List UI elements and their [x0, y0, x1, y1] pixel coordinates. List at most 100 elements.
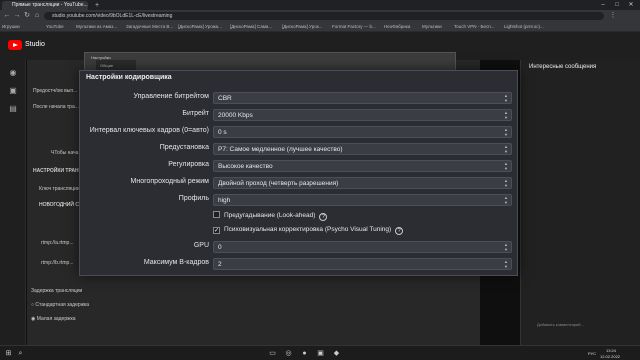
stream-text: Предостч/ом вып...	[33, 88, 78, 94]
keyframe-interval-value: 0 s	[218, 129, 227, 136]
language-indicator[interactable]: РУС	[588, 351, 596, 356]
bookmark-item[interactable]: НеоФабрика	[384, 22, 410, 32]
bookmark-item[interactable]: Мультики из Амаз...	[76, 22, 117, 32]
left-rail: ◉ ▣ ▤	[0, 60, 26, 345]
obs-settings-window: Настройки	[84, 52, 456, 72]
taskbar: ⊞ ⌕ ▭ ◎ ● ▣ ◆ РУС 13:24 12.02.2022	[0, 345, 640, 360]
chrome-icon[interactable]: ◎	[284, 349, 293, 358]
bookmark-item[interactable]: Touch VPN - Бесп...	[454, 22, 494, 32]
search-icon[interactable]: ⌕	[16, 349, 25, 358]
checkbox-checked-icon[interactable]: ✓	[213, 227, 220, 234]
url-field[interactable]: studio.youtube.com/video/9bOLdE1L-cE/liv…	[44, 12, 604, 20]
spin-arrows-icon[interactable]: ▲ ▼	[503, 127, 509, 137]
latency-option[interactable]: ○ Стандартная задержка	[31, 302, 89, 308]
profile-select[interactable]: high ▲ ▼	[213, 194, 512, 206]
live-icon[interactable]: ◉	[8, 68, 18, 78]
spin-arrows-icon[interactable]: ▲ ▼	[503, 259, 509, 269]
manage-icon[interactable]: ▤	[8, 104, 18, 114]
bookmark-item[interactable]: Загадочные Места В...	[126, 22, 173, 32]
app-icon[interactable]: ◆	[332, 349, 341, 358]
bookmark-item[interactable]: Format Factory — b...	[332, 22, 376, 32]
youtube-logo-icon[interactable]	[8, 40, 22, 50]
tuning-label: Регулировка	[168, 161, 209, 168]
gpu-spinbox[interactable]: 0 ▲ ▼	[213, 241, 512, 253]
dropdown-arrow-icon: ▲ ▼	[504, 161, 508, 171]
close-window-button[interactable]: ✕	[624, 0, 638, 10]
bookmark-item[interactable]: YouTube	[46, 22, 64, 32]
latency-option-label: Малая задержка	[36, 316, 76, 322]
app-icon[interactable]: ▣	[316, 349, 325, 358]
tuning-value: Высокое качество	[218, 163, 273, 170]
bitrate-label: Битрейт	[182, 110, 209, 117]
new-tab-button[interactable]: +	[92, 1, 102, 10]
home-icon[interactable]: ⌂	[32, 11, 42, 21]
preset-label: Предустановка	[159, 144, 209, 151]
browser-tabbar: Прямые трансляции - YouTube... + – □ ✕	[0, 0, 640, 10]
clock-time[interactable]: 13:24	[606, 348, 616, 353]
dropdown-arrow-icon: ▲ ▼	[504, 195, 508, 205]
help-icon[interactable]: ?	[395, 227, 404, 235]
bookmark-item[interactable]: [ДискоРама] Урок...	[282, 22, 322, 32]
stream-settings-tab[interactable]: НАСТРОЙКИ ТРАН...	[33, 168, 83, 174]
checkbox-unchecked-icon[interactable]	[213, 211, 220, 218]
studio-label: Studio	[25, 41, 45, 48]
dropdown-arrow-icon: ▲ ▼	[504, 144, 508, 154]
help-icon[interactable]: ?	[319, 213, 328, 221]
obs-icon[interactable]: ●	[300, 349, 309, 358]
multipass-value: Двойной проход (четверть разрешения)	[218, 180, 339, 187]
bookmark-item[interactable]: Lightshot (prnt.sc)...	[504, 22, 544, 32]
dropdown-arrow-icon: ▲ ▼	[504, 178, 508, 188]
bitrate-spinbox[interactable]: 20000 Kbps ▲ ▼	[213, 109, 512, 121]
bookmark-item[interactable]: [ДискоРама] Урожа...	[178, 22, 222, 32]
bitrate-value: 20000 Kbps	[218, 112, 253, 119]
reload-icon[interactable]: ↻	[22, 11, 32, 21]
stream-text: После начала тра...	[33, 104, 79, 110]
stream-key-value[interactable]: НОВОГОДНИЙ С...	[39, 202, 83, 208]
latency-option-label: Стандартная задержка	[35, 302, 90, 308]
bookmark-item[interactable]: [ДискоРама] Сама...	[230, 22, 272, 32]
profile-label: Профиль	[178, 195, 209, 202]
profile-value: high	[218, 197, 231, 204]
rtmp-url[interactable]: rtmp://b.rtmp...	[41, 260, 74, 266]
comment-input[interactable]: Добавить комментарий...	[537, 322, 584, 327]
stream-text: ЧТобы нача...	[51, 150, 83, 156]
bookmark-item[interactable]: Мультики	[422, 22, 442, 32]
latency-section: Задержка трансляции ○ Стандартная задерж…	[27, 276, 480, 345]
camera-icon[interactable]: ▣	[8, 86, 18, 96]
multipass-select[interactable]: Двойной проход (четверть разрешения) ▲ ▼	[213, 177, 512, 189]
forward-arrow-icon[interactable]: →	[12, 11, 22, 21]
tuning-select[interactable]: Высокое качество ▲ ▼	[213, 160, 512, 172]
latency-label: Задержка трансляции	[31, 288, 83, 294]
bookmarks-bar: Игрушки YouTube Мультики из Амаз... Зага…	[0, 22, 640, 32]
psycho-visual-checkbox[interactable]: ✓ Психовизуальная корректировка (Psycho V…	[213, 226, 404, 235]
extensions-icon[interactable]: ⋮	[608, 11, 618, 21]
address-bar-row: ← → ↻ ⌂ studio.youtube.com/video/9bOLdE1…	[0, 10, 640, 22]
minimize-button[interactable]: –	[596, 0, 610, 10]
latency-option[interactable]: ◉ Малая задержка	[31, 316, 76, 322]
lookahead-checkbox[interactable]: Предугадывание (Look-ahead)?	[213, 211, 328, 221]
back-arrow-icon[interactable]: ←	[2, 11, 12, 21]
rate-control-label: Управление битрейтом	[133, 93, 209, 100]
bframes-label: Максимум B-кадров	[143, 259, 209, 266]
keyframe-interval-label: Интервал ключевых кадров (0=авто)	[89, 127, 209, 134]
preset-select[interactable]: P7: Самое медленное (лучшее качество) ▲ ▼	[213, 143, 512, 155]
bframes-value: 2	[218, 261, 222, 268]
psycho-visual-label: Психовизуальная корректировка (Psycho Vi…	[224, 226, 392, 233]
stream-key-label: Ключ трансляции...	[39, 186, 84, 192]
rtmp-url[interactable]: rtmp://a.rtmp...	[41, 240, 74, 246]
clock-date[interactable]: 12.02.2022	[600, 354, 620, 359]
chat-panel: Интересные сообщения Добавить комментари…	[520, 60, 640, 345]
rate-control-value: CBR	[218, 95, 232, 102]
preset-value: P7: Самое медленное (лучшее качество)	[218, 146, 343, 153]
explorer-icon[interactable]: ▭	[268, 349, 277, 358]
bookmark-item[interactable]: Игрушки	[2, 22, 20, 32]
maximize-button[interactable]: □	[610, 0, 624, 10]
spin-arrows-icon[interactable]: ▲ ▼	[503, 242, 509, 252]
spin-arrows-icon[interactable]: ▲ ▼	[503, 110, 509, 120]
browser-tab-active[interactable]: Прямые трансляции - YouTube...	[2, 1, 88, 10]
gpu-value: 0	[218, 244, 222, 251]
rate-control-select[interactable]: CBR ▲ ▼	[213, 92, 512, 104]
start-icon[interactable]: ⊞	[4, 349, 13, 358]
bframes-spinbox[interactable]: 2 ▲ ▼	[213, 258, 512, 270]
keyframe-interval-spinbox[interactable]: 0 s ▲ ▼	[213, 126, 512, 138]
